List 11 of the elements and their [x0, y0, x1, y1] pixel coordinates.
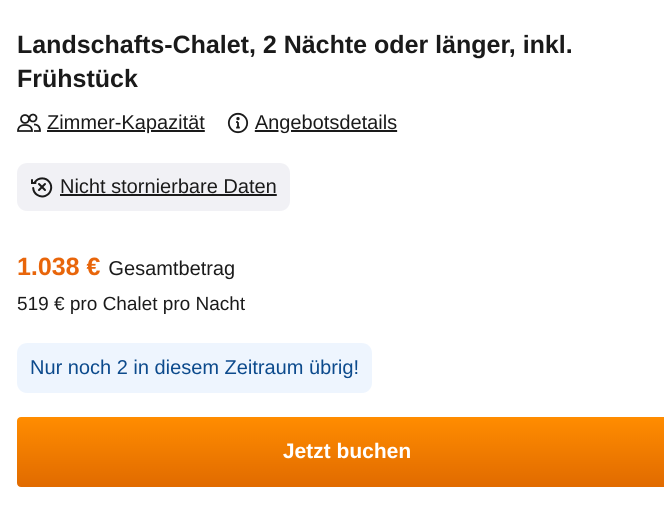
availability-notice: Nur noch 2 in diesem Zeitraum übrig! — [17, 343, 372, 393]
info-icon — [226, 112, 249, 134]
details-link[interactable]: Angebotsdetails — [254, 110, 398, 136]
details-link[interactable]: Zimmer-Kapazität — [47, 110, 205, 136]
cancel-clock-icon — [30, 175, 54, 199]
offer-title: Landschafts-Chalet, 2 Nächte oder länger, inkl. Frühstück — [17, 30, 574, 95]
policy-link[interactable]: Nicht stornierbare Daten — [60, 172, 277, 202]
total-label: Gesamtbetrag — [108, 257, 236, 282]
people-icon — [17, 113, 41, 133]
nightly-price: 519 € pro Chalet pro Nacht — [17, 292, 246, 316]
total-price: 1.038 € — [17, 252, 100, 283]
